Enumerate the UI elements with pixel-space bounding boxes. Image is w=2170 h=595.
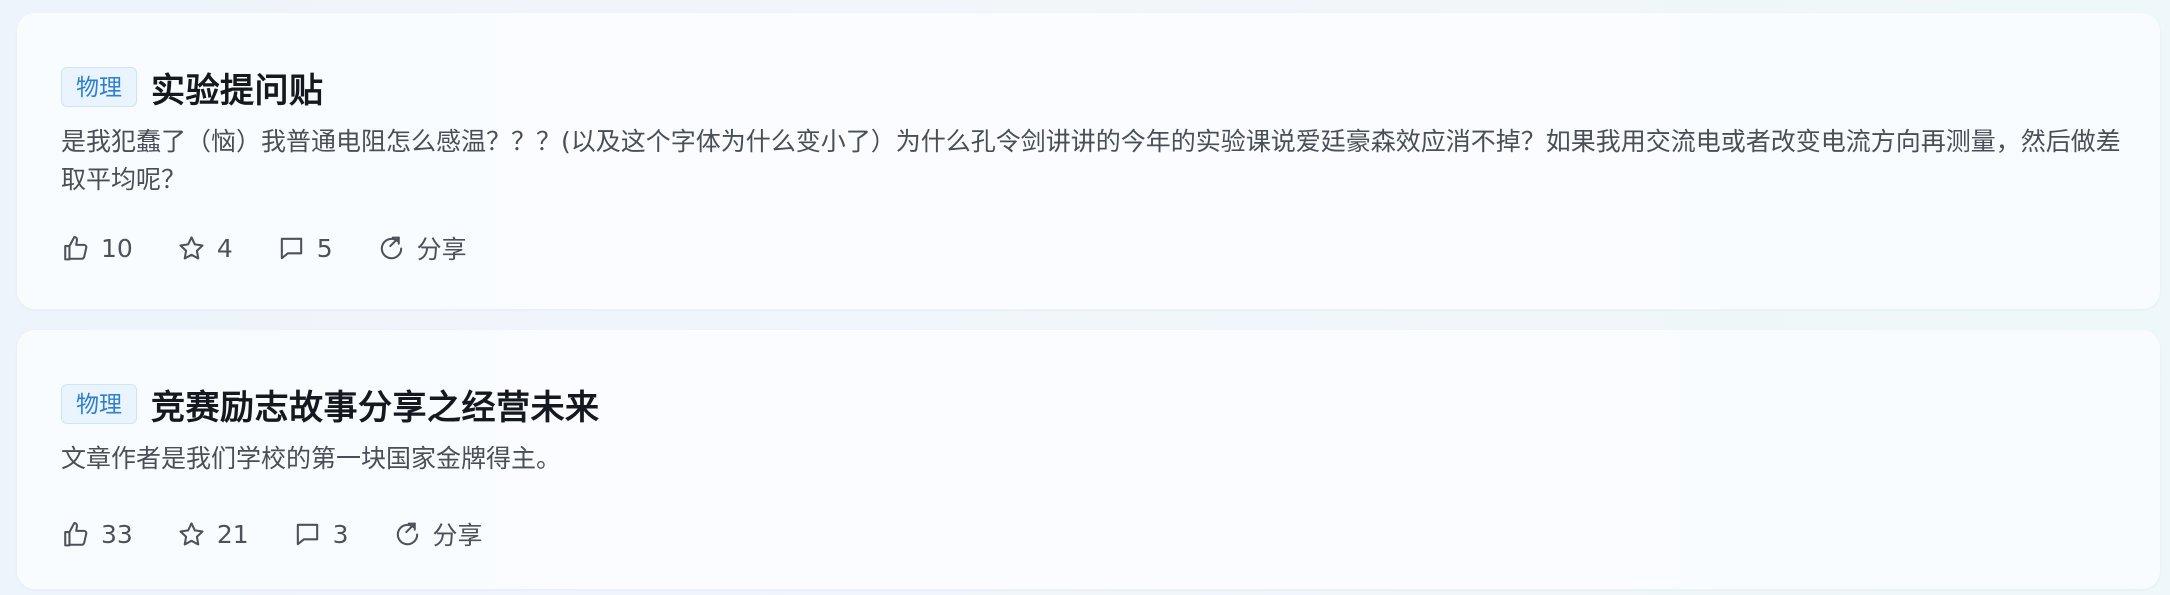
- post-actions: 33 21 3 分享: [61, 516, 527, 552]
- share-label: 分享: [416, 235, 467, 264]
- post-actions: 10 4 5 分享: [61, 230, 511, 266]
- post-card[interactable]: 物理 实验提问贴 是我犯蠢了（恼）我普通电阻怎么感温？？？(以及这个字体为什么变…: [17, 13, 2160, 309]
- favorite-count: 4: [216, 233, 233, 263]
- post-header: 物理 竞赛励志故事分享之经营未来: [61, 330, 2116, 429]
- post-title[interactable]: 实验提问贴: [151, 63, 324, 112]
- post-card[interactable]: 物理 竞赛励志故事分享之经营未来 文章作者是我们学校的第一块国家金牌得主。 33…: [17, 330, 2160, 589]
- comment-button[interactable]: 3: [293, 520, 349, 549]
- star-icon: [179, 521, 204, 545]
- like-count: 10: [101, 233, 133, 263]
- favorite-count: 21: [216, 519, 249, 549]
- post-title[interactable]: 竞赛励志故事分享之经营未来: [151, 380, 600, 429]
- share-arrow-icon: [396, 522, 418, 545]
- comment-bubble-icon: [296, 523, 318, 545]
- favorite-button[interactable]: 4: [177, 234, 233, 263]
- post-excerpt[interactable]: 文章作者是我们学校的第一块国家金牌得主。: [61, 440, 2121, 478]
- share-label: 分享: [432, 521, 483, 550]
- star-icon: [179, 235, 204, 259]
- favorite-button[interactable]: 21: [177, 520, 249, 549]
- post-feed: 物理 实验提问贴 是我犯蠢了（恼）我普通电阻怎么感温？？？(以及这个字体为什么变…: [17, 13, 2160, 589]
- thumbs-up-icon: [64, 235, 88, 260]
- category-tag[interactable]: 物理: [61, 67, 137, 107]
- like-button[interactable]: 10: [61, 234, 133, 263]
- category-tag[interactable]: 物理: [61, 384, 137, 424]
- comment-count: 3: [332, 519, 349, 549]
- comment-button[interactable]: 5: [277, 234, 333, 263]
- share-arrow-icon: [380, 236, 402, 259]
- like-count: 33: [101, 519, 133, 549]
- share-button[interactable]: 分享: [377, 230, 467, 266]
- thumbs-up-icon: [64, 521, 88, 546]
- comment-bubble-icon: [280, 237, 302, 259]
- like-button[interactable]: 33: [61, 520, 133, 549]
- post-excerpt[interactable]: 是我犯蠢了（恼）我普通电阻怎么感温？？？(以及这个字体为什么变小了）为什么孔令剑…: [61, 123, 2121, 199]
- share-button[interactable]: 分享: [393, 516, 483, 552]
- post-header: 物理 实验提问贴: [61, 13, 2116, 112]
- comment-count: 5: [316, 233, 333, 263]
